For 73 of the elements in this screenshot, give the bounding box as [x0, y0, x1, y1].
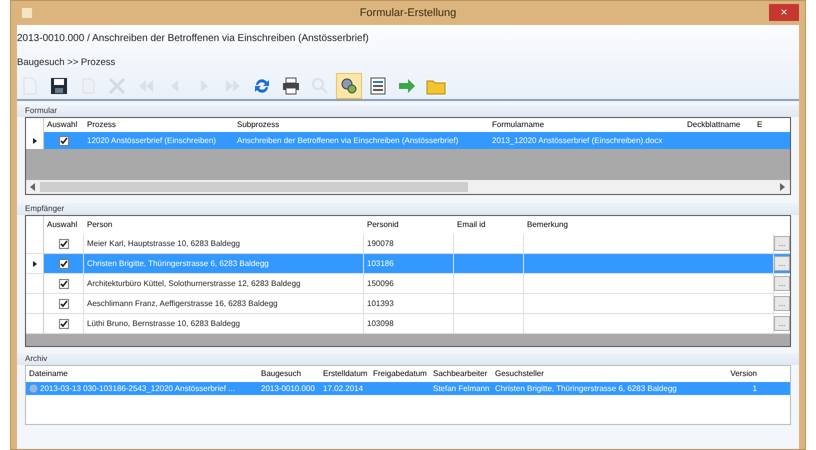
column-header[interactable]: Person	[84, 216, 364, 234]
table-cell: Lüthi Bruno, Bernstrasse 10, 6283 Baldegg	[87, 320, 240, 328]
table-cell: Meier Karl, Hauptstrasse 10, 6283 Baldegg	[87, 240, 240, 248]
checkbox[interactable]	[59, 136, 69, 146]
table-cell: 190078	[367, 240, 394, 248]
table-cell: 2013-0010.000	[261, 384, 315, 392]
window-title: Formular-Erstellung	[360, 7, 456, 19]
column-header[interactable]: Sachbearbeiter	[430, 366, 492, 382]
scroll-right-icon[interactable]	[780, 183, 786, 191]
table-cell: 12020 Anstösserbrief (Einschreiben)	[87, 136, 216, 144]
checkbox[interactable]	[58, 318, 68, 328]
ellipsis-button[interactable]: ...	[774, 256, 790, 271]
table-cell: Aeschlimann Franz, Aeffigerstrasse 16, 6283 Baldegg	[87, 300, 278, 308]
checkbox[interactable]	[58, 238, 68, 248]
column-header[interactable]: Subprozess	[234, 118, 489, 132]
current-row-icon	[32, 260, 36, 266]
table-cell: 17.02.2014	[323, 384, 364, 392]
table-cell: 150096	[367, 280, 394, 288]
column-header[interactable]: Version	[724, 366, 760, 382]
ellipsis-button[interactable]: ...	[774, 236, 790, 251]
horizontal-scrollbar[interactable]	[26, 180, 790, 194]
table-cell: Architekturbüro Küttel, Solothurnerstrasse 12, 6283 Baldegg	[87, 280, 300, 288]
group-label: Archiv	[25, 354, 48, 363]
column-header[interactable]: Personid	[364, 216, 454, 234]
table-row[interactable]: Architekturbüro Küttel, Solothurnerstrasse 12, 6283 Baldegg 150096 ...	[26, 274, 790, 294]
checkbox[interactable]	[58, 258, 68, 268]
column-header[interactable]: Email id	[454, 216, 524, 234]
table-cell: 101393	[367, 300, 394, 308]
column-header[interactable]: Bemerkung	[524, 216, 774, 234]
document-table-icon	[368, 76, 388, 96]
current-row-icon	[32, 138, 36, 144]
table-cell: Anschreiben der Betroffenen via Einschreiben (Anstösserbrief)	[237, 136, 458, 144]
breadcrumb: Baugesuch >> Prozess	[17, 57, 116, 70]
toolbar-button[interactable]	[336, 73, 362, 99]
group-label: Empfänger	[25, 204, 64, 213]
column-header[interactable]: Auswahl	[44, 118, 84, 132]
table-cell: 103098	[367, 320, 394, 328]
table-cell: Christen Brigitte, Thüringerstrasse 6, 6283 Baldegg	[495, 384, 677, 392]
table-cell: 2013_12020 Anstösserbrief (Einschreiben).docx	[492, 136, 662, 144]
close-button[interactable]: ×	[769, 4, 799, 21]
group-label: Formular	[25, 106, 58, 115]
checkbox[interactable]	[58, 278, 68, 288]
column-header[interactable]: Dateiname	[26, 366, 258, 382]
column-header[interactable]: Deckblattname	[684, 118, 754, 132]
arrow-icon	[397, 76, 417, 96]
ellipsis-button[interactable]: ...	[774, 296, 790, 311]
table-cell: Christen Brigitte, Thüringerstrasse 6, 6283 Baldegg	[87, 260, 269, 268]
column-header[interactable]: Prozess	[84, 118, 234, 132]
printer-icon	[281, 76, 301, 96]
ellipsis-button[interactable]: ...	[774, 276, 790, 291]
column-header[interactable]: Auswahl	[44, 216, 84, 234]
table-cell: 103186	[367, 260, 394, 268]
app-icon	[21, 7, 33, 19]
column-header[interactable]: Gesuchsteller	[492, 366, 724, 382]
record-heading: 2013-0010.000 / Anschreiben der Betroffenen via Einschreiben (Anstösserbrief)	[17, 32, 370, 46]
delete-icon	[107, 76, 127, 96]
table-cell: 2013-03-13 030-103186-2543_12020 Anstösserbrief ...	[40, 384, 235, 392]
column-header[interactable]: Freigabedatum	[370, 366, 430, 382]
ellipsis-button[interactable]: ...	[774, 316, 790, 331]
column-header[interactable]: E	[754, 118, 790, 132]
table-cell: Stefan Felmann	[433, 384, 490, 392]
checkbox[interactable]	[58, 298, 68, 308]
scroll-left-icon[interactable]	[30, 183, 36, 191]
column-header[interactable]: Baugesuch	[258, 366, 320, 382]
table-row[interactable]: Lüthi Bruno, Bernstrasse 10, 6283 Baldegg 103098 ...	[26, 314, 790, 334]
file-icon	[29, 384, 38, 393]
save-icon	[49, 76, 69, 96]
table-row[interactable]: Meier Karl, Hauptstrasse 10, 6283 Baldegg 190078 ...	[26, 234, 790, 254]
column-header[interactable]: Erstelldatum	[320, 366, 370, 382]
table-row[interactable]: Christen Brigitte, Thüringerstrasse 6, 6283 Baldegg 103186 ...	[26, 254, 790, 274]
table-cell: 1	[752, 384, 757, 392]
table-row[interactable]: Aeschlimann Franz, Aeffigerstrasse 16, 6283 Baldegg 101393 ...	[26, 294, 790, 314]
column-header[interactable]: Formularname	[489, 118, 684, 132]
